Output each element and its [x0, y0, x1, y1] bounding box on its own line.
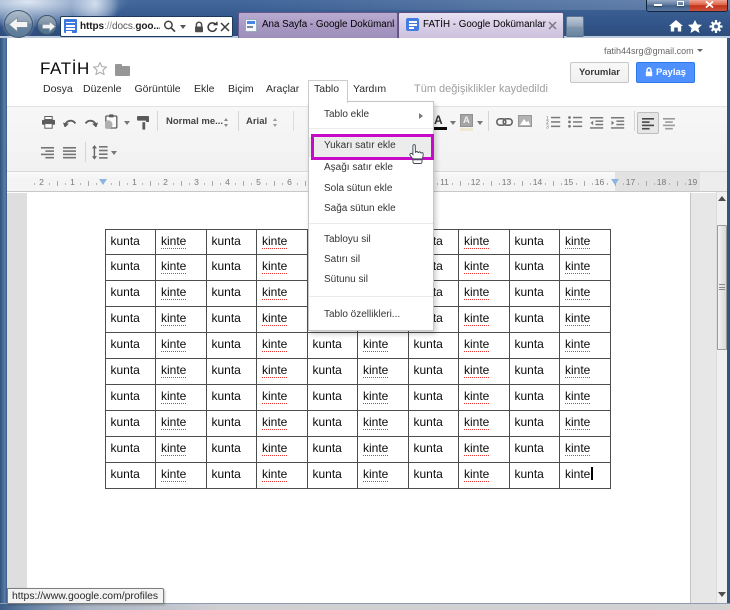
- svg-text:3: 3: [546, 124, 549, 129]
